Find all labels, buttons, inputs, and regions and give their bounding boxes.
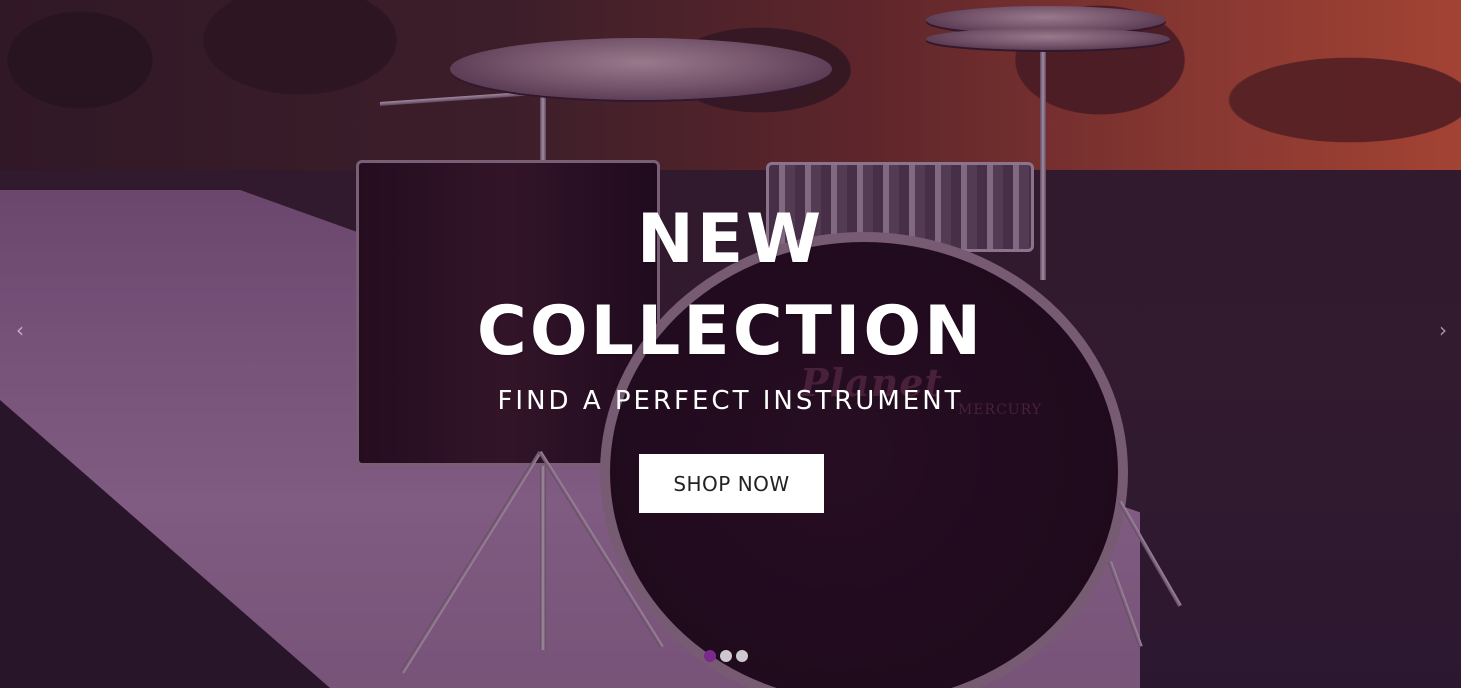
hero-headline: NEW COLLECTION [0,194,1461,378]
headline-line-1: NEW [636,200,825,279]
headline-line-2: COLLECTION [476,292,985,371]
shop-now-button[interactable]: SHOP NOW [639,454,824,513]
chevron-left-icon[interactable]: ‹ [8,318,32,342]
hero-caption: NEW COLLECTION FIND A PERFECT INSTRUMENT [0,194,1461,416]
carousel-dot-3[interactable] [736,650,748,662]
hero-subtitle: FIND A PERFECT INSTRUMENT [497,386,964,416]
chevron-right-icon[interactable]: › [1431,318,1455,342]
hero-carousel: Planet MERCURY NEW COLLECTION FIND A PER… [0,0,1461,688]
carousel-dots [704,650,748,662]
carousel-dot-1[interactable] [704,650,716,662]
carousel-dot-2[interactable] [720,650,732,662]
